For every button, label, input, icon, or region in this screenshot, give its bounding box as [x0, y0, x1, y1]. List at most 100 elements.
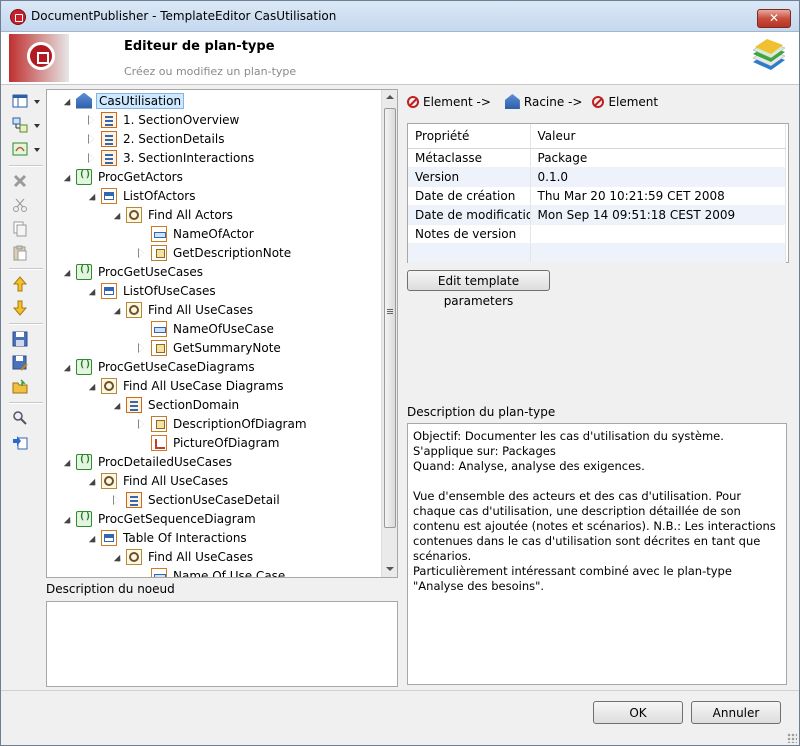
- add-section-icon[interactable]: [12, 117, 28, 133]
- tree-node-label[interactable]: CasUtilisation: [96, 92, 185, 109]
- tree-node[interactable]: NameOfActor: [134, 224, 256, 243]
- template-tree[interactable]: CasUtilisation 1. SectionOverview 2. Secti…: [46, 89, 398, 578]
- ok-button[interactable]: OK: [593, 701, 683, 724]
- tree-node[interactable]: 2. SectionDetails: [84, 129, 226, 148]
- tree-node[interactable]: NameOfUseCase: [134, 319, 276, 338]
- add-table-icon[interactable]: [12, 93, 28, 109]
- breadcrumb-current[interactable]: Element: [608, 95, 658, 109]
- tree-node-label[interactable]: ProcGetActors: [96, 169, 185, 185]
- collapsed-arrow-icon[interactable]: [84, 113, 98, 127]
- breadcrumb-root[interactable]: Racine ->: [524, 95, 583, 109]
- property-row[interactable]: Version 0.1.0: [408, 167, 786, 187]
- tree-node[interactable]: Find All UseCases: [109, 300, 255, 319]
- property-row[interactable]: Date de modification Mon Sep 14 09:51:18 …: [408, 205, 786, 225]
- add-procedure-dropdown-icon[interactable]: [34, 148, 40, 152]
- tree-node-label[interactable]: Find All UseCases: [146, 549, 255, 565]
- delete-icon[interactable]: [12, 173, 28, 189]
- property-value-cell[interactable]: [530, 224, 786, 244]
- tree-node-label[interactable]: ProcGetUseCaseDiagrams: [96, 359, 257, 375]
- tree-node[interactable]: 1. SectionOverview: [84, 110, 241, 129]
- property-name-cell[interactable]: Version: [408, 167, 531, 187]
- collapsed-arrow-icon[interactable]: [84, 151, 98, 165]
- collapsed-arrow-icon[interactable]: [134, 341, 148, 355]
- tree-node-label[interactable]: GetDescriptionNote: [171, 245, 293, 261]
- tree-node[interactable]: ProcGetActors: [59, 167, 185, 186]
- tree-node[interactable]: Name Of Use Case: [134, 566, 287, 578]
- move-down-icon[interactable]: [12, 300, 28, 316]
- tree-node-label[interactable]: DescriptionOfDiagram: [171, 416, 309, 432]
- collapsed-arrow-icon[interactable]: [134, 246, 148, 260]
- save-as-icon[interactable]: [12, 355, 28, 371]
- tree-node-label[interactable]: NameOfUseCase: [171, 321, 276, 337]
- close-button[interactable]: ✕: [757, 9, 791, 28]
- property-value-cell[interactable]: 0.1.0: [530, 167, 786, 187]
- expanded-arrow-icon[interactable]: [109, 398, 123, 412]
- cancel-button[interactable]: Annuler: [691, 701, 781, 724]
- property-name-cell[interactable]: Date de modification: [408, 205, 531, 225]
- expanded-arrow-icon[interactable]: [109, 303, 123, 317]
- open-folder-icon[interactable]: [12, 379, 28, 395]
- add-procedure-icon[interactable]: [12, 141, 28, 157]
- add-table-dropdown-icon[interactable]: [34, 100, 40, 104]
- title-bar[interactable]: DocumentPublisher - TemplateEditor CasUt…: [1, 1, 799, 32]
- expanded-arrow-icon[interactable]: [84, 189, 98, 203]
- property-name-cell[interactable]: Date de création: [408, 186, 531, 206]
- tree-node[interactable]: ProcDetailedUseCases: [59, 452, 234, 471]
- tree-node[interactable]: Find All UseCases: [84, 471, 230, 490]
- plan-description-text[interactable]: Objectif: Documenter les cas d'utilisati…: [407, 423, 787, 685]
- tree-node[interactable]: ProcGetSequenceDiagram: [59, 509, 258, 528]
- tree-node-label[interactable]: Find All UseCase Diagrams: [121, 378, 285, 394]
- tree-node-label[interactable]: ProcGetUseCases: [96, 264, 205, 280]
- node-description-field[interactable]: [46, 601, 398, 687]
- tree-node-label[interactable]: ProcGetSequenceDiagram: [96, 511, 258, 527]
- expanded-arrow-icon[interactable]: [59, 360, 73, 374]
- tree-node-label[interactable]: ListOfUseCases: [121, 283, 218, 299]
- expanded-arrow-icon[interactable]: [59, 512, 73, 526]
- expanded-arrow-icon[interactable]: [59, 265, 73, 279]
- expanded-arrow-icon[interactable]: [84, 379, 98, 393]
- expanded-arrow-icon[interactable]: [109, 208, 123, 222]
- expanded-arrow-icon[interactable]: [84, 474, 98, 488]
- column-header-value[interactable]: Valeur: [530, 124, 786, 149]
- search-icon[interactable]: [12, 410, 28, 426]
- tree-node[interactable]: ProcGetUseCaseDiagrams: [59, 357, 257, 376]
- tree-node[interactable]: SectionUseCaseDetail: [109, 490, 282, 509]
- save-icon[interactable]: [12, 331, 28, 347]
- tree-node[interactable]: ProcGetUseCases: [59, 262, 205, 281]
- tree-node[interactable]: GetSummaryNote: [134, 338, 283, 357]
- property-row[interactable]: Date de création Thu Mar 20 10:21:59 CET …: [408, 186, 786, 206]
- property-name-cell[interactable]: Notes de version: [408, 224, 531, 244]
- property-value-cell[interactable]: Mon Sep 14 09:51:18 CEST 2009: [530, 205, 786, 225]
- tree-node-label[interactable]: ProcDetailedUseCases: [96, 454, 234, 470]
- collapsed-arrow-icon[interactable]: [134, 417, 148, 431]
- cut-icon[interactable]: [12, 197, 28, 213]
- tree-node-label[interactable]: NameOfActor: [171, 226, 256, 242]
- tree-node[interactable]: SectionDomain: [109, 395, 241, 414]
- tree-node-label[interactable]: 1. SectionOverview: [121, 112, 241, 128]
- collapsed-arrow-icon[interactable]: [109, 493, 123, 507]
- column-header-property[interactable]: Propriété: [408, 124, 531, 149]
- scroll-thumb[interactable]: [384, 108, 396, 528]
- collapsed-arrow-icon[interactable]: [84, 132, 98, 146]
- property-row[interactable]: Métaclasse Package: [408, 148, 786, 168]
- property-value-cell[interactable]: [530, 243, 786, 263]
- expanded-arrow-icon[interactable]: [109, 550, 123, 564]
- paste-icon[interactable]: [12, 245, 28, 261]
- tree-node[interactable]: ListOfActors: [84, 186, 197, 205]
- copy-icon[interactable]: [12, 221, 28, 237]
- tree-scrollbar[interactable]: [381, 90, 397, 577]
- tree-node-label[interactable]: 2. SectionDetails: [121, 131, 226, 147]
- tree-node-label[interactable]: Name Of Use Case: [171, 568, 287, 578]
- tree-node[interactable]: ListOfUseCases: [84, 281, 218, 300]
- tree-node[interactable]: PictureOfDiagram: [134, 433, 281, 452]
- expanded-arrow-icon[interactable]: [84, 531, 98, 545]
- breadcrumb-element[interactable]: Element ->: [423, 95, 491, 109]
- property-row[interactable]: [408, 243, 786, 263]
- tree-node[interactable]: 3. SectionInteractions: [84, 148, 256, 167]
- tree-node[interactable]: GetDescriptionNote: [134, 243, 293, 262]
- property-name-cell[interactable]: [408, 243, 531, 263]
- tree-node-label[interactable]: Find All Actors: [146, 207, 235, 223]
- tree-node-label[interactable]: Find All UseCases: [146, 302, 255, 318]
- tree-node-label[interactable]: SectionUseCaseDetail: [146, 492, 282, 508]
- property-name-cell[interactable]: Métaclasse: [408, 148, 531, 168]
